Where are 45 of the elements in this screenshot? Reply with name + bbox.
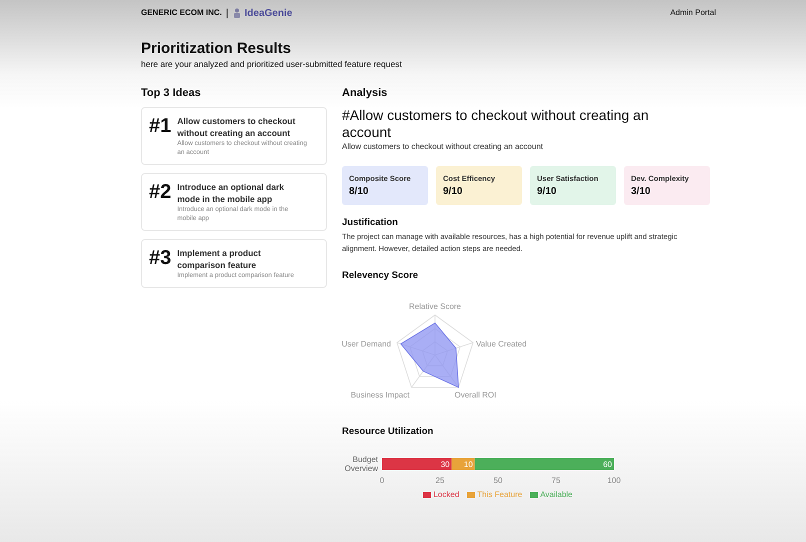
legend-label: Locked — [433, 489, 460, 501]
legend-label: This Feature — [477, 489, 522, 501]
tick-label: 25 — [436, 475, 444, 487]
score-value: 9/10 — [443, 184, 464, 199]
analysis-title: #Allow customers to checkout without creating an account — [342, 107, 650, 142]
axis-label: Value Created — [476, 339, 527, 348]
rank-label: #2 — [149, 181, 172, 206]
tick-label: 50 — [494, 475, 502, 487]
axis-label: Business Impact — [350, 390, 410, 400]
legend-label: Available — [540, 489, 573, 501]
page-subtitle: here are your analyzed and prioritized user-submitted feature request — [141, 58, 403, 71]
rank-label: #3 — [149, 247, 172, 272]
app-name: IdeaGenie — [244, 6, 292, 20]
genie-icon — [232, 8, 241, 18]
category-label: Budget Overview — [344, 455, 378, 473]
tick-label: 75 — [552, 475, 560, 487]
axis-label: Overall ROI — [454, 390, 496, 400]
bar-segment: 60 — [474, 458, 614, 470]
idea-title: Introduce an optional dark mode in the mobile app — [177, 181, 285, 206]
section-heading: Top 3 Ideas — [141, 86, 202, 101]
page-title: Prioritization Results — [141, 40, 292, 58]
subsection-heading: Justification — [342, 216, 399, 230]
subsection-heading: Resource Utilization — [342, 424, 434, 439]
idea-title: Allow customers to checkout without creating an account — [177, 115, 296, 140]
data-label: 60 — [603, 460, 613, 469]
separator: | — [226, 6, 229, 20]
rank-label: #1 — [149, 115, 172, 140]
data-label: 30 — [440, 460, 450, 469]
data-label: 10 — [464, 460, 474, 469]
tick-label: 100 — [607, 475, 621, 487]
score-value: 8/10 — [349, 184, 370, 199]
admin-portal-link[interactable]: Admin Portal — [670, 7, 716, 19]
subsection-heading: Relevency Score — [342, 268, 420, 282]
score-value: 3/10 — [631, 184, 652, 199]
bar-segment: 10 — [452, 458, 475, 470]
company-name: GENERIC ECOM INC. — [141, 7, 222, 19]
analysis-description: Allow customers to checkout without creating an account — [342, 141, 544, 154]
idea-title: Implement a product comparison feature — [177, 247, 262, 272]
axis-label: User Demand — [342, 339, 391, 348]
section-heading: Analysis — [342, 86, 388, 101]
bar-segment: 30 — [382, 458, 452, 470]
tick-label: 0 — [380, 475, 384, 487]
score-value: 9/10 — [537, 184, 558, 199]
radar-area — [400, 322, 459, 388]
axis-label: Relative Score — [408, 302, 462, 311]
